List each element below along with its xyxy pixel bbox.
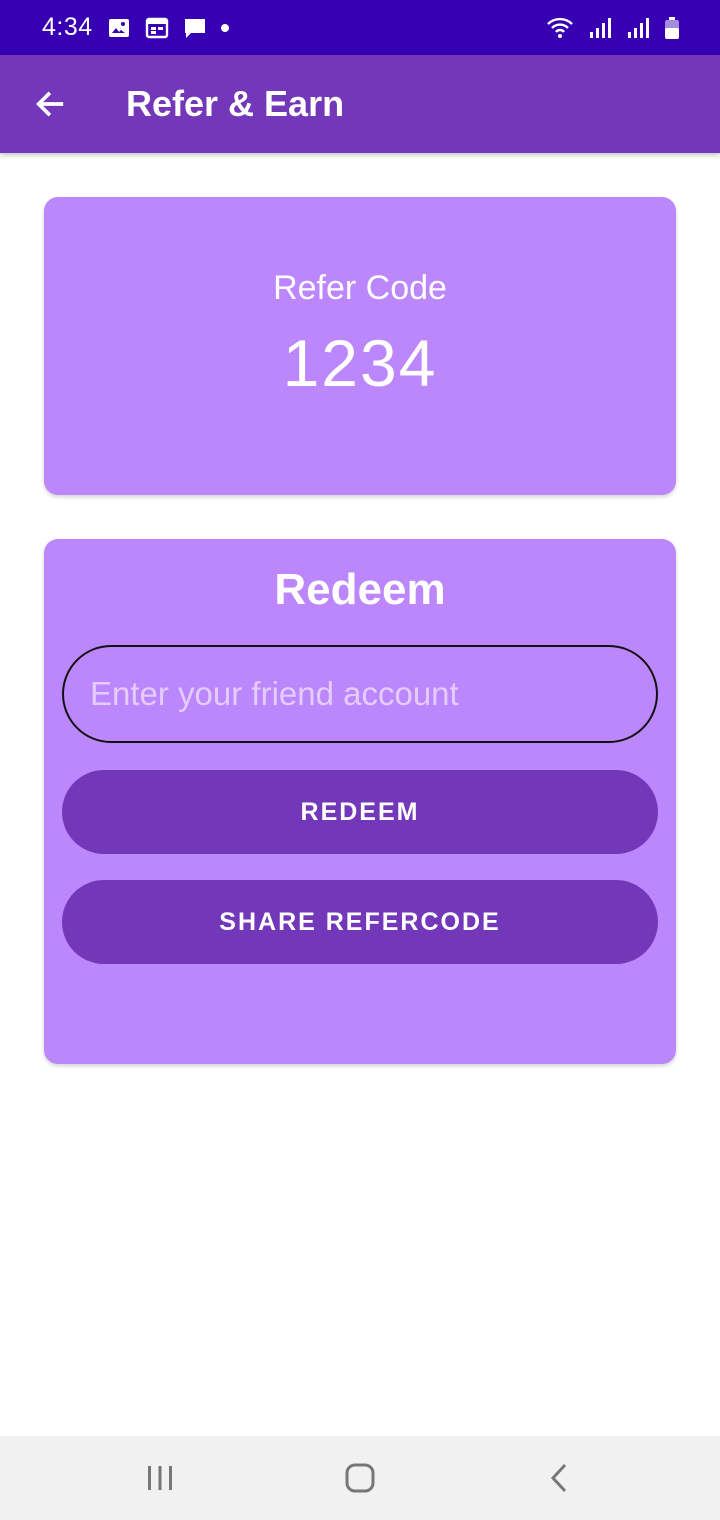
refer-code-label: Refer Code bbox=[273, 269, 447, 307]
redeem-title: Redeem bbox=[274, 565, 446, 614]
page-title: Refer & Earn bbox=[126, 83, 345, 124]
system-nav-bar bbox=[0, 1436, 720, 1520]
nav-back-button[interactable] bbox=[520, 1448, 600, 1508]
recents-icon bbox=[148, 1466, 172, 1490]
status-bar: 4:34 bbox=[0, 0, 720, 55]
home-button[interactable] bbox=[320, 1448, 400, 1508]
image-icon bbox=[107, 16, 131, 40]
notification-dot-icon bbox=[220, 23, 229, 32]
signal-icon bbox=[588, 16, 612, 40]
recents-button[interactable] bbox=[120, 1448, 200, 1508]
status-right bbox=[546, 16, 680, 40]
wifi-icon bbox=[546, 16, 574, 40]
redeem-card: Redeem REDEEM SHARE REFERCODE bbox=[44, 539, 676, 1064]
share-refercode-button[interactable]: SHARE REFERCODE bbox=[62, 880, 658, 964]
back-button[interactable] bbox=[20, 74, 80, 134]
friend-account-input[interactable] bbox=[62, 645, 658, 743]
refer-code-card: Refer Code 1234 bbox=[44, 197, 676, 495]
app-bar: Refer & Earn bbox=[0, 55, 720, 153]
back-icon bbox=[550, 1463, 567, 1493]
refer-code-value: 1234 bbox=[282, 326, 438, 400]
battery-icon bbox=[664, 16, 680, 40]
calendar-icon bbox=[145, 16, 169, 40]
status-time: 4:34 bbox=[42, 13, 93, 41]
message-icon bbox=[183, 16, 207, 40]
arrow-back-icon bbox=[36, 91, 64, 117]
status-left: 4:34 bbox=[42, 13, 229, 42]
signal-icon-2 bbox=[626, 16, 650, 40]
redeem-button[interactable]: REDEEM bbox=[62, 770, 658, 854]
home-icon bbox=[345, 1463, 375, 1493]
